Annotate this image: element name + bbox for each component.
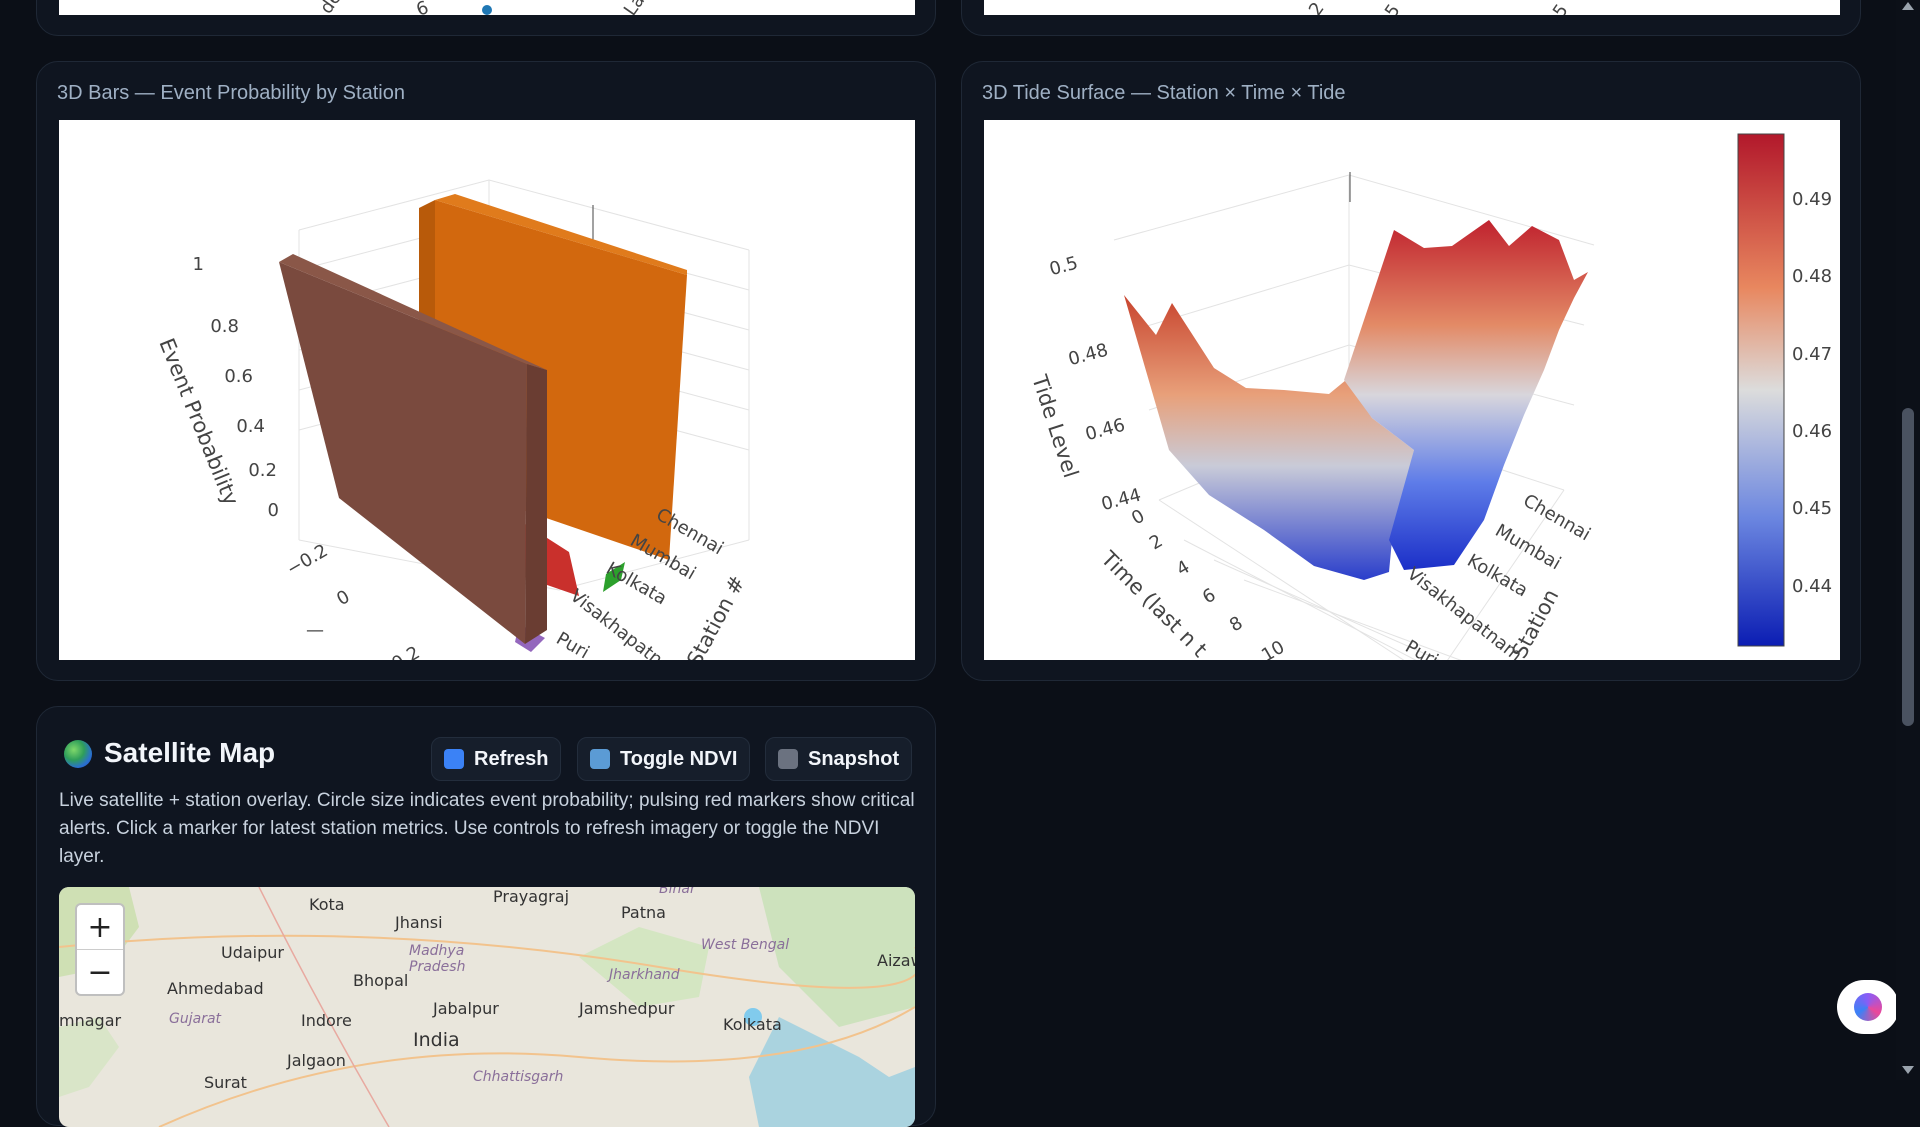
surface-station-kolkata: Kolkata: [1464, 550, 1532, 601]
brain-icon: [1854, 993, 1882, 1021]
place-label: Jhansi: [395, 913, 443, 932]
top-left-tick: La: [620, 0, 649, 15]
colorbar-tick: 0.46: [1792, 421, 1832, 442]
place-label: Ahmedabad: [167, 979, 264, 998]
top-right-plot: 2 5 5: [984, 0, 1840, 15]
camera-icon: [778, 749, 798, 769]
bar-zaxis-label: Event Probability: [154, 335, 243, 509]
place-label: Udaipur: [221, 943, 284, 962]
map-description: Live satellite + station overlay. Circle…: [59, 790, 915, 867]
place-label: Jharkhand: [609, 967, 680, 983]
station-label-puri: Puri: [553, 628, 593, 660]
bar-yaxis-label: Station #: [682, 572, 750, 660]
place-label: Jamshedpur: [579, 999, 675, 1018]
place-label: Madhya Pradesh: [409, 943, 466, 975]
top-left-tick: 6: [414, 0, 432, 15]
top-right-card: 2 5 5: [961, 0, 1861, 36]
refresh-icon: [444, 749, 464, 769]
bar-chart-plot[interactable]: 1 0.8 0.6 0.4 0.2 0 −0.2 0 0.2 — Event P…: [59, 120, 915, 660]
zoom-out-button[interactable]: −: [77, 950, 123, 994]
map-card: Satellite Map Refresh Toggle NDVI Snapsh…: [36, 706, 936, 1127]
place-label: Bhopal: [353, 971, 409, 990]
time-tick: 2: [1146, 530, 1166, 554]
map-view[interactable]: + − Kota Prayagraj Bihar Jhansi Patna Ud…: [59, 887, 915, 1127]
bar-chart-title: 3D Bars — Event Probability by Station: [57, 82, 405, 104]
place-label: Jabalpur: [433, 999, 499, 1018]
toggle-ndvi-label: Toggle NDVI: [620, 747, 738, 770]
surface-station-puri: Puri: [1402, 636, 1442, 660]
time-tick: 8: [1226, 612, 1246, 636]
bar-brown-side: [525, 364, 547, 644]
zoom-in-button[interactable]: +: [77, 905, 123, 950]
scroll-thumb[interactable]: [1902, 408, 1914, 726]
assistant-button[interactable]: [1837, 980, 1899, 1034]
colorbar-tick: 0.44: [1792, 576, 1832, 597]
top-right-tick: 5: [1381, 0, 1405, 15]
top-left-tick: de: [316, 0, 346, 15]
bar-ztick: 1: [193, 254, 204, 275]
place-label: Chhattisgarh: [473, 1069, 564, 1085]
bar-xtick: 0: [333, 586, 353, 610]
toggle-ndvi-button[interactable]: Toggle NDVI: [577, 737, 751, 781]
bar-ztick: 0.8: [210, 316, 239, 337]
colorbar-tick: 0.45: [1792, 498, 1832, 519]
colorbar-tick: 0.47: [1792, 344, 1832, 365]
bar-ztick: 0.6: [224, 366, 253, 387]
scroll-up-icon[interactable]: [1902, 2, 1914, 10]
colorbar-tick: 0.48: [1792, 266, 1832, 287]
place-label: Aizaw: [877, 951, 915, 970]
zoom-control: + −: [75, 903, 125, 996]
place-label: West Bengal: [701, 937, 790, 953]
place-label: India: [413, 1029, 460, 1051]
colorbar-ticks: 0.49 0.48 0.47 0.46 0.45 0.44: [1792, 189, 1832, 597]
place-label: mnagar: [59, 1011, 122, 1030]
top-right-tick: 2: [1305, 0, 1329, 15]
refresh-label: Refresh: [474, 747, 549, 770]
colorbar-tick: 0.49: [1792, 189, 1832, 210]
bar-ztick: 0.4: [236, 416, 265, 437]
surface-chart-svg: 0.5 0.48 0.46 0.44 Tide Level 0 2 4 6 8 …: [1027, 133, 1832, 660]
time-tick: 6: [1199, 584, 1219, 608]
place-label: Gujarat: [169, 1011, 222, 1027]
top-left-plot: de 6 La: [59, 0, 915, 15]
bar-chart-card: 3D Bars — Event Probability by Station 1…: [36, 61, 936, 681]
surface-chart-plot[interactable]: 0.5 0.48 0.46 0.44 Tide Level 0 2 4 6 8 …: [984, 120, 1840, 660]
top-left-card: de 6 La: [36, 0, 936, 36]
place-label: Jalgaon: [287, 1051, 346, 1070]
surface-chart-title: 3D Tide Surface — Station × Time × Tide: [982, 82, 1346, 104]
place-label: Indore: [301, 1011, 352, 1030]
bar-xtick-minor: —: [306, 620, 324, 641]
globe-icon: [64, 740, 92, 768]
place-label: Patna: [621, 903, 666, 922]
page-scrollbar[interactable]: [1896, 0, 1920, 1080]
surface-chart-card: 3D Tide Surface — Station × Time × Tide: [961, 61, 1861, 681]
bar-ztick: 0.2: [248, 460, 277, 481]
place-label: Kota: [309, 895, 345, 914]
top-left-data-point: [482, 5, 492, 15]
surface-zaxis-label: Tide Level: [1027, 371, 1083, 481]
top-right-tick: 5: [1549, 0, 1573, 15]
time-tick: 0: [1128, 505, 1148, 529]
bar-xtick: 0.2: [388, 642, 423, 660]
bar-chart-svg: 1 0.8 0.6 0.4 0.2 0 −0.2 0 0.2 — Event P…: [154, 179, 750, 660]
bar-ztick: −0.2: [283, 540, 331, 580]
surface-ztick: 0.48: [1066, 340, 1110, 371]
place-label: Bihar: [659, 887, 696, 897]
snapshot-label: Snapshot: [808, 747, 900, 770]
snapshot-button[interactable]: Snapshot: [765, 737, 913, 781]
surface-time-label: Time (last n t: [1096, 546, 1212, 660]
surface-ztick: 0.46: [1083, 415, 1127, 446]
refresh-button[interactable]: Refresh: [431, 737, 562, 781]
place-label: Surat: [204, 1073, 247, 1092]
bar-ztick: 0: [268, 500, 279, 521]
time-tick: 10: [1258, 637, 1288, 660]
place-label: Prayagraj: [493, 887, 570, 906]
surface-ztick: 0.5: [1047, 253, 1080, 281]
map-icon: [590, 749, 610, 769]
colorbar: [1737, 133, 1785, 647]
place-label: Kolkata: [723, 1015, 782, 1034]
time-tick: 4: [1173, 556, 1193, 580]
scroll-down-icon[interactable]: [1902, 1066, 1914, 1074]
map-title: Satellite Map: [104, 737, 276, 768]
